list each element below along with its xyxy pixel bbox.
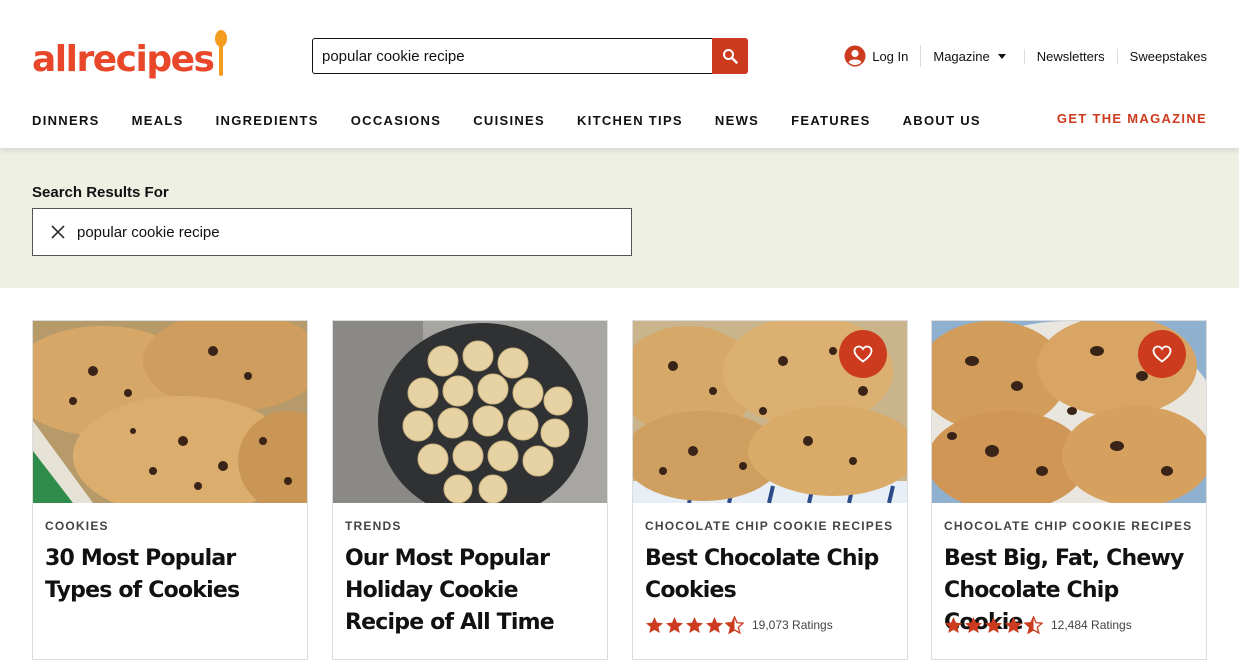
nav-item-news[interactable]: NEWS bbox=[715, 113, 759, 128]
nav-item-ingredients[interactable]: INGREDIENTS bbox=[216, 113, 319, 128]
card-image bbox=[932, 321, 1206, 503]
star-rating bbox=[944, 616, 1043, 634]
results-search-field[interactable]: popular cookie recipe bbox=[32, 208, 632, 256]
save-recipe-button[interactable] bbox=[839, 330, 887, 378]
result-card[interactable]: COOKIES 30 Most Popular Types of Cookies bbox=[32, 320, 308, 660]
header-search bbox=[312, 38, 748, 74]
logo-text: allrecipes bbox=[32, 39, 215, 80]
card-image bbox=[633, 321, 907, 503]
result-card[interactable]: CHOCOLATE CHIP COOKIE RECIPES Best Choco… bbox=[632, 320, 908, 660]
card-title: Our Most Popular Holiday Cookie Recipe o… bbox=[345, 546, 555, 635]
login-label: Log In bbox=[872, 48, 909, 64]
nav-item-kitchen-tips[interactable]: KITCHEN TIPS bbox=[577, 113, 683, 128]
get-magazine-link[interactable]: GET THE MAGAZINE bbox=[1057, 111, 1207, 126]
result-card[interactable]: CHOCOLATE CHIP COOKIE RECIPES Best Big, … bbox=[931, 320, 1207, 660]
card-title: 30 Most Popular Types of Cookies bbox=[45, 546, 240, 603]
magazine-label: Magazine bbox=[933, 48, 990, 64]
results-grid: COOKIES 30 Most Popular Types of Cookies… bbox=[32, 320, 1207, 660]
card-image bbox=[333, 321, 607, 503]
half-star-icon bbox=[725, 616, 744, 634]
search-button[interactable] bbox=[712, 38, 748, 74]
star-icon bbox=[944, 616, 963, 634]
star-icon bbox=[984, 616, 1003, 634]
logo[interactable]: allrecipes bbox=[32, 30, 228, 80]
results-query: popular cookie recipe bbox=[77, 223, 220, 241]
nav-item-cuisines[interactable]: CUISINES bbox=[473, 113, 545, 128]
nav-item-occasions[interactable]: OCCASIONS bbox=[351, 113, 441, 128]
results-label: Search Results For bbox=[32, 184, 169, 201]
newsletters-link[interactable]: Newsletters bbox=[1037, 48, 1118, 64]
rating-count: 19,073 Ratings bbox=[752, 618, 833, 632]
rating-count: 12,484 Ratings bbox=[1051, 618, 1132, 632]
card-category: CHOCOLATE CHIP COOKIE RECIPES bbox=[944, 519, 1193, 533]
utility-nav: Log In Magazine Newsletters Sweepstakes bbox=[844, 44, 1207, 68]
search-results-header: Search Results For popular cookie recipe bbox=[0, 148, 1239, 288]
search-icon bbox=[723, 49, 738, 64]
star-icon bbox=[685, 616, 704, 634]
user-icon bbox=[844, 45, 866, 67]
sweepstakes-link[interactable]: Sweepstakes bbox=[1130, 49, 1207, 64]
nav-item-meals[interactable]: MEALS bbox=[132, 113, 184, 128]
card-image bbox=[33, 321, 307, 503]
star-icon bbox=[645, 616, 664, 634]
heart-icon bbox=[1152, 345, 1172, 363]
nav-item-about-us[interactable]: ABOUT US bbox=[903, 113, 981, 128]
save-recipe-button[interactable] bbox=[1138, 330, 1186, 378]
star-icon bbox=[665, 616, 684, 634]
close-icon[interactable] bbox=[51, 225, 65, 239]
card-category: COOKIES bbox=[45, 519, 109, 533]
spoon-icon bbox=[215, 30, 228, 78]
star-icon bbox=[964, 616, 983, 634]
search-input[interactable] bbox=[312, 38, 712, 74]
card-category: CHOCOLATE CHIP COOKIE RECIPES bbox=[645, 519, 894, 533]
nav-item-features[interactable]: FEATURES bbox=[791, 113, 871, 128]
card-category: TRENDS bbox=[345, 519, 402, 533]
heart-icon bbox=[853, 345, 873, 363]
magazine-dropdown[interactable]: Magazine bbox=[921, 48, 1025, 64]
star-rating bbox=[645, 616, 744, 634]
nav-item-dinners[interactable]: DINNERS bbox=[32, 113, 100, 128]
star-icon bbox=[1004, 616, 1023, 634]
card-title: Best Chocolate Chip Cookies bbox=[645, 546, 879, 603]
result-card[interactable]: TRENDS Our Most Popular Holiday Cookie R… bbox=[332, 320, 608, 660]
main-nav: DINNERS MEALS INGREDIENTS OCCASIONS CUIS… bbox=[32, 111, 1207, 129]
site-header: allrecipes Log In Magazine Newsletters S… bbox=[0, 0, 1239, 148]
login-link[interactable]: Log In bbox=[844, 45, 922, 67]
chevron-down-icon bbox=[997, 53, 1006, 59]
rating: 19,073 Ratings bbox=[645, 616, 833, 634]
star-icon bbox=[705, 616, 724, 634]
rating: 12,484 Ratings bbox=[944, 616, 1132, 634]
half-star-icon bbox=[1024, 616, 1043, 634]
